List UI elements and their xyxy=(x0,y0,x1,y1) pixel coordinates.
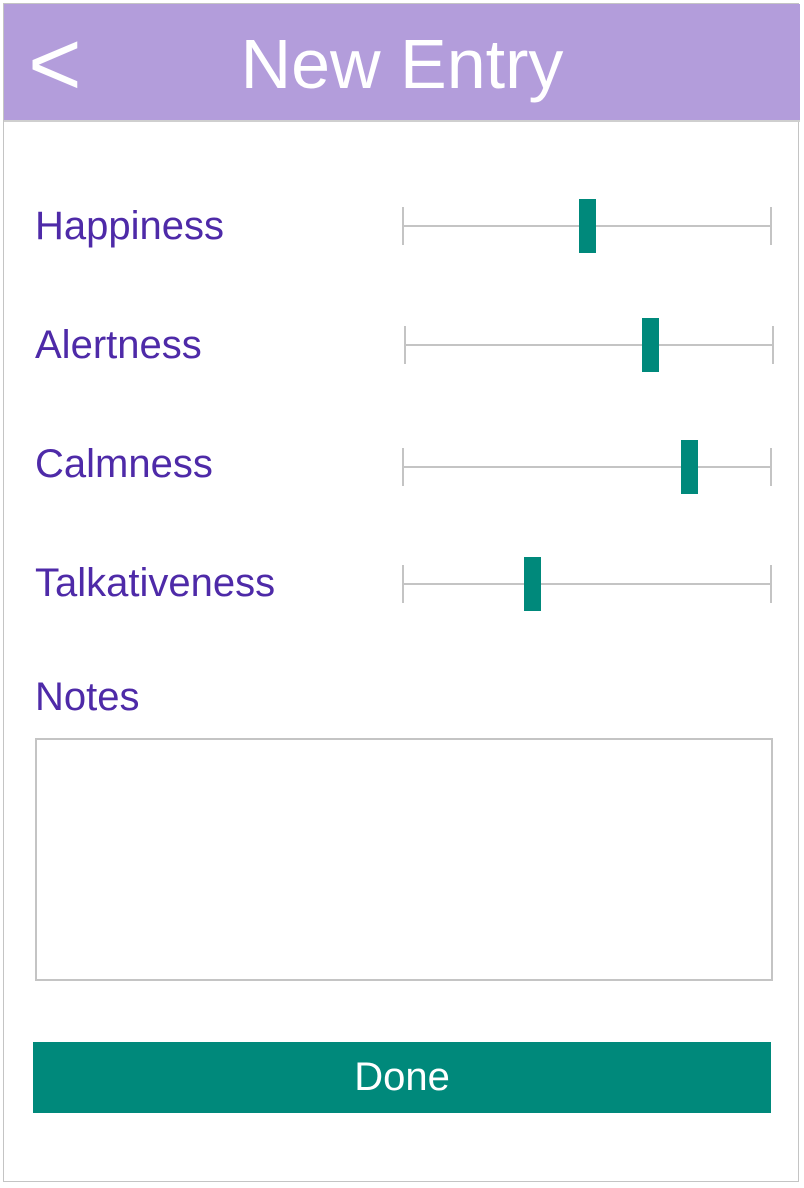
notes-input[interactable] xyxy=(35,738,773,981)
calmness-slider[interactable] xyxy=(402,440,772,494)
slider-track xyxy=(404,344,774,346)
slider-min-tick xyxy=(402,207,404,245)
slider-thumb[interactable] xyxy=(642,318,660,372)
slider-min-tick xyxy=(402,448,404,486)
happiness-slider[interactable] xyxy=(402,199,772,253)
slider-thumb[interactable] xyxy=(680,440,698,494)
calmness-label: Calmness xyxy=(35,442,213,486)
alertness-slider[interactable] xyxy=(404,318,774,372)
slider-thumb[interactable] xyxy=(523,557,541,611)
done-button[interactable]: Done xyxy=(33,1042,771,1113)
header-bar: < New Entry xyxy=(4,4,800,122)
talkativeness-label: Talkativeness xyxy=(35,561,276,605)
alertness-label: Alertness xyxy=(35,323,202,367)
slider-track xyxy=(402,466,772,468)
slider-thumb[interactable] xyxy=(579,199,596,253)
slider-min-tick xyxy=(402,565,404,603)
slider-track xyxy=(402,583,772,585)
slider-max-tick xyxy=(770,448,772,486)
page-title: New Entry xyxy=(240,25,564,103)
slider-max-tick xyxy=(770,207,772,245)
slider-max-tick xyxy=(770,565,772,603)
notes-label: Notes xyxy=(35,675,140,719)
slider-min-tick xyxy=(404,326,406,364)
talkativeness-slider[interactable] xyxy=(402,557,772,611)
slider-max-tick xyxy=(772,326,774,364)
happiness-label: Happiness xyxy=(35,204,225,248)
